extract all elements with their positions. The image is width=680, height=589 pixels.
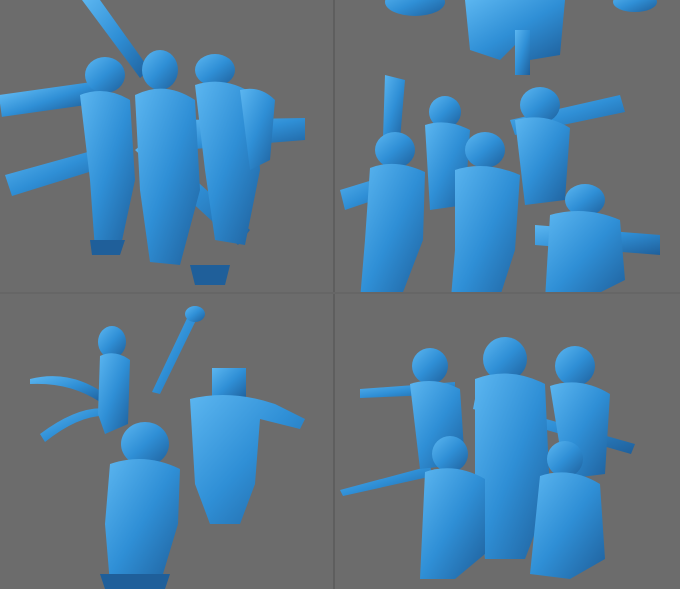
armored-soldiers-render: [340, 0, 660, 292]
hooded-snipers-render: [340, 337, 635, 579]
render-grid: [0, 0, 680, 589]
alien-creatures-render: [30, 306, 305, 589]
panel-hooded-snipers: [335, 294, 680, 589]
horizontal-divider: [0, 292, 680, 294]
warriors-greatswords-render: [0, 0, 305, 285]
panel-alien-creatures: [0, 294, 333, 589]
panel-warriors-greatswords: [0, 0, 333, 292]
panel-armored-soldiers: [335, 0, 680, 292]
vertical-divider: [333, 0, 335, 589]
